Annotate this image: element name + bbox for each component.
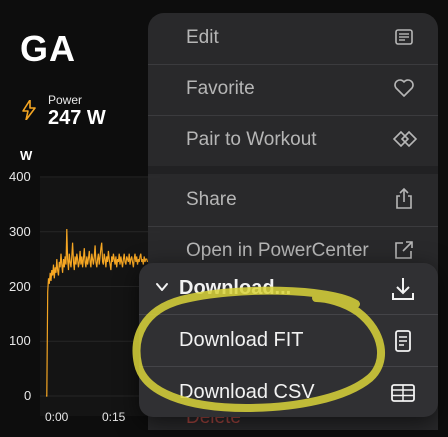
power-label: Power xyxy=(48,93,83,107)
pair-icon xyxy=(392,127,418,151)
x-tick-label: 0:00 xyxy=(45,410,69,424)
menu-item-label: Pair to Workout xyxy=(186,129,317,150)
trash-icon xyxy=(392,419,416,437)
file-icon xyxy=(390,328,416,354)
table-icon xyxy=(390,380,416,406)
menu-item-label: Open in PowerCenter xyxy=(186,240,369,261)
y-tick-label: 300 xyxy=(9,223,31,239)
menu-item-label: Share xyxy=(186,189,237,210)
x-tick-label: 0:15 xyxy=(102,410,126,424)
download-icon xyxy=(390,276,416,302)
lightning-icon xyxy=(22,99,36,125)
page-title: GA xyxy=(20,28,76,69)
share-icon xyxy=(392,187,416,211)
open-external-icon xyxy=(392,238,416,262)
download-submenu: Download... Download FIT Download CSV xyxy=(139,263,438,417)
edit-icon xyxy=(392,25,416,49)
chart-plot-area xyxy=(40,178,148,416)
power-value: 247 W xyxy=(48,107,106,129)
y-tick-label: 100 xyxy=(9,333,31,349)
menu-item-download-fit[interactable]: Download FIT xyxy=(139,315,438,367)
menu-item-pair-to-workout[interactable]: Pair to Workout xyxy=(148,115,438,165)
y-tick-label: 400 xyxy=(9,169,31,184)
menu-item-label: Favorite xyxy=(186,78,255,99)
y-tick-label: 0 xyxy=(24,388,32,403)
chevron-down-icon xyxy=(154,279,170,295)
download-submenu-header[interactable]: Download... xyxy=(139,263,438,315)
download-header-label: Download... xyxy=(179,277,292,299)
menu-item-download-csv[interactable]: Download CSV xyxy=(139,367,438,419)
menu-item-favorite[interactable]: Favorite xyxy=(148,64,438,114)
menu-item-edit[interactable]: Edit xyxy=(148,13,438,63)
menu-item-share[interactable]: Share xyxy=(148,175,438,225)
menu-item-label: Edit xyxy=(186,27,219,48)
heart-icon xyxy=(392,76,416,100)
y-tick-label: 200 xyxy=(9,278,31,294)
menu-item-label: Download FIT xyxy=(179,329,304,351)
menu-item-label: Download CSV xyxy=(179,381,315,403)
